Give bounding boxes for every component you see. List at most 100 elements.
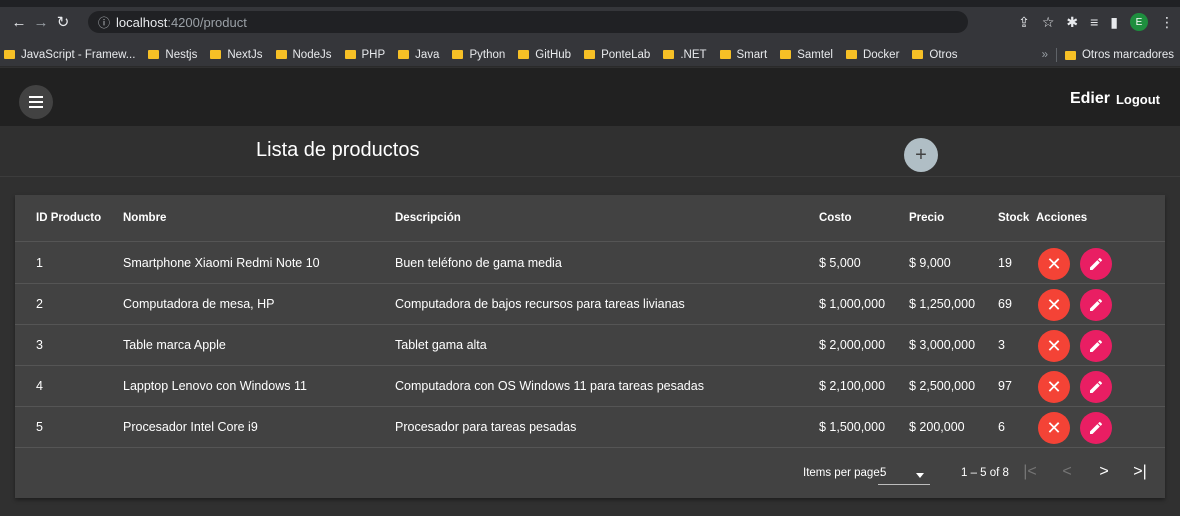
extensions-icon[interactable]: ✱ bbox=[1066, 14, 1078, 31]
paginator: Items per page: 5 1 – 5 of 8 |< < > >| bbox=[15, 448, 1165, 498]
table-row: 2 Computadora de mesa, HP Computadora de… bbox=[15, 284, 1165, 325]
address-bar[interactable]: ⓘ localhost:4200/product bbox=[88, 11, 968, 33]
folder-icon bbox=[518, 50, 530, 59]
page-size-select[interactable]: 5 bbox=[878, 463, 930, 485]
table-row: 4 Lapptop Lenovo con Windows 11 Computad… bbox=[15, 366, 1165, 407]
header-id[interactable]: ID Producto bbox=[36, 212, 101, 224]
url-path: :4200/product bbox=[167, 14, 247, 30]
close-icon: ✕ bbox=[1046, 336, 1062, 356]
bookmark-folder[interactable]: Otros bbox=[912, 49, 958, 61]
folder-icon bbox=[1064, 50, 1076, 60]
plus-icon: + bbox=[915, 143, 927, 166]
bookmark-folder[interactable]: PonteLab bbox=[584, 49, 650, 61]
delete-button[interactable]: ✕ bbox=[1038, 412, 1070, 444]
bookmark-folder[interactable]: PHP bbox=[344, 49, 385, 61]
page-size-value: 5 bbox=[880, 467, 887, 479]
bookmark-folder[interactable]: Nestjs bbox=[148, 49, 197, 61]
bookmark-folder[interactable]: Java bbox=[398, 49, 439, 61]
share-icon[interactable]: ⇪ bbox=[1018, 14, 1030, 31]
cell-name: Lapptop Lenovo con Windows 11 bbox=[123, 379, 307, 393]
other-bookmarks[interactable]: Otros marcadores bbox=[1082, 49, 1174, 61]
browser-chrome: ← → ↻ ⓘ localhost:4200/product ⇪ ☆ ✱ ≡ ▮… bbox=[0, 0, 1180, 43]
pencil-icon bbox=[1090, 257, 1103, 270]
bookmarks-bar: JavaScript - Framew... Nestjs NextJs Nod… bbox=[0, 43, 1180, 67]
cell-description: Procesador para tareas pesadas bbox=[395, 420, 577, 434]
edit-button[interactable] bbox=[1080, 412, 1112, 444]
bookmark-folder[interactable]: NextJs bbox=[210, 49, 263, 61]
delete-button[interactable]: ✕ bbox=[1038, 289, 1070, 321]
folder-icon bbox=[275, 50, 287, 59]
site-info-icon[interactable]: ⓘ bbox=[98, 14, 110, 31]
cell-id: 5 bbox=[36, 420, 43, 434]
last-page-button[interactable]: >| bbox=[1128, 460, 1152, 484]
bookmark-star-icon[interactable]: ☆ bbox=[1042, 14, 1055, 31]
browser-menu-icon[interactable]: ⋮ bbox=[1160, 14, 1174, 31]
delete-button[interactable]: ✕ bbox=[1038, 248, 1070, 280]
back-arrow-icon[interactable]: ← bbox=[8, 11, 30, 33]
cell-price: $ 1,250,000 bbox=[909, 297, 976, 311]
header-description[interactable]: Descripción bbox=[395, 212, 461, 224]
dropdown-arrow-icon bbox=[916, 473, 924, 478]
logout-button[interactable]: Logout bbox=[1116, 92, 1160, 107]
cell-name: Computadora de mesa, HP bbox=[123, 297, 275, 311]
first-page-button[interactable]: |< bbox=[1018, 460, 1042, 484]
menu-icon[interactable] bbox=[19, 85, 53, 119]
cell-id: 3 bbox=[36, 338, 43, 352]
cell-stock: 69 bbox=[998, 297, 1012, 311]
user-name: Edier bbox=[1069, 90, 1110, 107]
folder-icon bbox=[663, 50, 675, 59]
profile-avatar[interactable]: E bbox=[1130, 13, 1148, 31]
bookmark-folder[interactable]: Python bbox=[452, 49, 505, 61]
cell-description: Tablet gama alta bbox=[395, 338, 487, 352]
header-cost[interactable]: Costo bbox=[819, 212, 852, 224]
reading-list-icon[interactable]: ≡ bbox=[1090, 14, 1098, 30]
folder-icon bbox=[912, 50, 924, 59]
next-page-button[interactable]: > bbox=[1092, 460, 1116, 484]
url-host: localhost bbox=[116, 14, 168, 30]
folder-icon bbox=[210, 50, 222, 59]
cell-stock: 97 bbox=[998, 379, 1012, 393]
bookmark-folder[interactable]: GitHub bbox=[518, 49, 571, 61]
cell-price: $ 9,000 bbox=[909, 256, 951, 270]
bookmark-folder[interactable]: NodeJs bbox=[275, 49, 332, 61]
cell-cost: $ 2,000,000 bbox=[819, 338, 886, 352]
table-header: ID Producto Nombre Descripción Costo Pre… bbox=[15, 195, 1165, 242]
previous-page-button[interactable]: < bbox=[1055, 460, 1079, 484]
folder-icon bbox=[148, 50, 160, 59]
close-icon: ✕ bbox=[1046, 418, 1062, 438]
forward-arrow-icon[interactable]: → bbox=[30, 11, 52, 33]
edit-button[interactable] bbox=[1080, 371, 1112, 403]
cell-stock: 6 bbox=[998, 420, 1005, 434]
edit-button[interactable] bbox=[1080, 289, 1112, 321]
side-panel-icon[interactable]: ▮ bbox=[1110, 14, 1118, 31]
table-row: 3 Table marca Apple Tablet gama alta $ 2… bbox=[15, 325, 1165, 366]
delete-button[interactable]: ✕ bbox=[1038, 330, 1070, 362]
cell-id: 1 bbox=[36, 256, 43, 270]
page-range: 1 – 5 of 8 bbox=[961, 467, 1009, 479]
address-row: ← → ↻ ⓘ localhost:4200/product ⇪ ☆ ✱ ≡ ▮… bbox=[0, 9, 1180, 35]
bookmark-folder[interactable]: JavaScript - Framew... bbox=[4, 49, 135, 61]
more-bookmarks-chevron[interactable]: » bbox=[1042, 49, 1048, 61]
bookmarks-divider bbox=[1055, 48, 1057, 62]
bookmark-folder[interactable]: .NET bbox=[663, 49, 707, 61]
bookmark-folder[interactable]: Docker bbox=[845, 49, 899, 61]
cell-stock: 19 bbox=[998, 256, 1012, 270]
edit-button[interactable] bbox=[1080, 330, 1112, 362]
add-product-button[interactable]: + bbox=[904, 138, 938, 172]
cell-price: $ 2,500,000 bbox=[909, 379, 976, 393]
pencil-icon bbox=[1090, 421, 1103, 434]
products-table-card: ID Producto Nombre Descripción Costo Pre… bbox=[15, 195, 1165, 498]
edit-button[interactable] bbox=[1080, 248, 1112, 280]
bookmark-folder[interactable]: Samtel bbox=[780, 49, 833, 61]
header-name[interactable]: Nombre bbox=[123, 212, 166, 224]
browser-actions: ⇪ ☆ ✱ ≡ ▮ E ⋮ bbox=[1018, 9, 1174, 35]
reload-icon[interactable]: ↻ bbox=[52, 11, 74, 33]
cell-price: $ 3,000,000 bbox=[909, 338, 976, 352]
header-price[interactable]: Precio bbox=[909, 212, 944, 224]
folder-icon bbox=[719, 50, 731, 59]
cell-description: Computadora con OS Windows 11 para tarea… bbox=[395, 379, 704, 393]
bookmark-folder[interactable]: Smart bbox=[719, 49, 767, 61]
cell-name: Table marca Apple bbox=[123, 338, 226, 352]
delete-button[interactable]: ✕ bbox=[1038, 371, 1070, 403]
header-stock[interactable]: Stock bbox=[998, 212, 1029, 224]
